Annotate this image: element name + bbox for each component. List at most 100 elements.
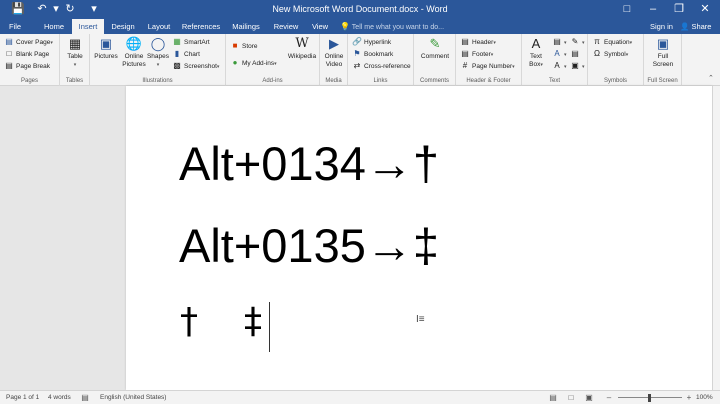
zoom-level[interactable]: 100%: [696, 391, 713, 404]
shapes-label: Shapes: [146, 53, 170, 60]
wordart-button[interactable]: A ▾: [552, 49, 566, 60]
table-button[interactable]: ▦ Table ▾: [64, 36, 86, 69]
online-pictures-label-1: Online: [124, 53, 144, 60]
smartart-label: SmartArt: [184, 39, 210, 46]
full-screen-button[interactable]: ▣ Full Screen: [646, 36, 680, 68]
group-label-symbols: Symbols: [603, 78, 627, 84]
wikipedia-label: Wikipedia: [287, 53, 317, 60]
hyperlink-label: Hyperlink: [364, 39, 392, 46]
text-box-label-1: Text: [530, 53, 542, 60]
dagger-glyph: †: [180, 301, 198, 342]
tab-home[interactable]: Home: [38, 19, 70, 34]
word-count[interactable]: 4 words: [48, 391, 71, 404]
cover-page-label: Cover Page: [16, 39, 51, 46]
group-label-header-footer: Header & Footer: [466, 78, 511, 84]
minimize-icon[interactable]: –: [640, 0, 666, 19]
shapes-button[interactable]: ◯ Shapes ▾: [146, 36, 170, 69]
drop-cap-button[interactable]: A ▾: [552, 61, 566, 72]
screenshot-button[interactable]: ▩ Screenshot▾: [172, 61, 219, 72]
tab-review[interactable]: Review: [268, 19, 304, 34]
page-count[interactable]: Page 1 of 1: [6, 391, 39, 404]
tell-me-search[interactable]: 💡 Tell me what you want to do...: [340, 19, 444, 34]
hyperlink-button[interactable]: 🔗 Hyperlink: [352, 37, 391, 48]
language-status[interactable]: English (United States): [100, 391, 166, 404]
pictures-label: Pictures: [94, 53, 118, 60]
text-box-icon: A: [531, 36, 541, 51]
group-label-illustrations: Illustrations: [142, 78, 173, 84]
equation-label: Equation: [604, 39, 630, 46]
tab-references[interactable]: References: [178, 19, 224, 34]
tab-file[interactable]: File: [2, 19, 28, 34]
header-button[interactable]: ▤ Header▾: [460, 37, 496, 48]
group-full-screen: ▣ Full Screen Full Screen: [644, 34, 682, 86]
read-mode-icon[interactable]: ▤: [548, 393, 558, 403]
online-pictures-button[interactable]: 🌐 Online Pictures: [120, 36, 148, 68]
blank-page-icon: □: [6, 49, 12, 58]
online-video-button[interactable]: ▶ Online Video: [321, 36, 347, 68]
pictures-button[interactable]: ▣ Pictures: [92, 36, 120, 61]
cover-page-button[interactable]: ▤ Cover Page▾: [4, 37, 53, 48]
cross-reference-button[interactable]: ⇄ Cross-reference: [352, 61, 411, 72]
group-label-full-screen: Full Screen: [647, 78, 678, 84]
zoom-in-icon[interactable]: +: [684, 393, 694, 403]
text-box-label-2: Box: [529, 60, 541, 68]
vertical-scrollbar[interactable]: [712, 86, 720, 390]
tab-view[interactable]: View: [306, 19, 334, 34]
equation-button[interactable]: π Equation▾: [592, 37, 632, 48]
screenshot-icon: ▩: [173, 61, 181, 70]
comment-button[interactable]: ✎ Comment: [416, 36, 454, 61]
bookmark-button[interactable]: ⚑ Bookmark: [352, 49, 393, 60]
wikipedia-button[interactable]: W Wikipedia: [286, 36, 318, 61]
share-label: Share: [691, 22, 712, 31]
quick-parts-icon: ▤: [553, 37, 561, 46]
comment-icon: ✎: [429, 36, 441, 51]
close-icon[interactable]: ✕: [692, 0, 718, 19]
table-icon: ▦: [68, 36, 82, 51]
chart-icon: ▮: [174, 49, 180, 58]
page-break-button[interactable]: ▤ Page Break: [4, 61, 50, 72]
maximize-icon[interactable]: ❐: [666, 0, 692, 19]
footer-button[interactable]: ▤ Footer▾: [460, 49, 493, 60]
group-label-text: Text: [548, 78, 560, 84]
date-time-button[interactable]: ▤: [570, 49, 582, 60]
tab-layout[interactable]: Layout: [142, 19, 176, 34]
object-icon: ▣: [571, 61, 579, 70]
blank-page-button[interactable]: □ Blank Page: [4, 49, 50, 60]
my-addins-button[interactable]: ● My Add-ins▾: [230, 58, 277, 69]
tab-mailings[interactable]: Mailings: [226, 19, 266, 34]
page-number-button[interactable]: # Page Number▾: [460, 61, 515, 72]
group-media: ▶ Online Video Media: [320, 34, 348, 86]
ribbon-display-options-icon[interactable]: □: [614, 0, 640, 19]
wikipedia-icon: W: [295, 36, 309, 51]
wordart-icon: A: [554, 49, 560, 58]
tab-design[interactable]: Design: [106, 19, 140, 34]
document-page[interactable]: Alt+0134→† Alt+0135→‡ † ‡ I≡: [126, 86, 712, 390]
collapse-ribbon-icon[interactable]: ⌃: [708, 74, 714, 82]
comment-label: Comment: [420, 53, 450, 60]
smartart-button[interactable]: ▦ SmartArt: [172, 37, 210, 48]
share-icon: 👤: [680, 22, 690, 31]
drop-cap-icon: A: [554, 61, 560, 70]
signature-line-button[interactable]: ✎ ▾: [570, 37, 585, 48]
sign-in-link[interactable]: Sign in: [650, 19, 673, 34]
tab-insert[interactable]: Insert: [72, 19, 104, 34]
quick-parts-button[interactable]: ▤ ▾: [552, 37, 566, 48]
object-button[interactable]: ▣ ▾: [570, 61, 584, 72]
header-label: Header: [472, 39, 494, 46]
group-addins: ■ Store ● My Add-ins▾ W Wikipedia Add-ins: [226, 34, 320, 86]
print-layout-icon[interactable]: □: [566, 393, 576, 403]
group-pages: ▤ Cover Page▾ □ Blank Page ▤ Page Break Pag…: [0, 34, 60, 86]
bookmark-label: Bookmark: [364, 51, 394, 58]
proofing-icon[interactable]: ▤: [80, 393, 90, 403]
cover-page-icon: ▤: [5, 37, 13, 46]
status-bar: Page 1 of 1 4 words ▤ English (United St…: [0, 390, 720, 404]
share-button[interactable]: 👤 Share: [680, 19, 711, 34]
web-layout-icon[interactable]: ▣: [584, 393, 594, 403]
page-break-label: Page Break: [16, 63, 50, 70]
zoom-out-icon[interactable]: –: [604, 393, 614, 403]
store-button[interactable]: ■ Store: [230, 41, 258, 52]
symbol-button[interactable]: Ω Symbol▾: [592, 49, 628, 60]
chart-button[interactable]: ▮ Chart: [172, 49, 200, 60]
zoom-slider-thumb[interactable]: [648, 394, 651, 402]
text-box-button[interactable]: A Text Box▾: [524, 36, 548, 69]
